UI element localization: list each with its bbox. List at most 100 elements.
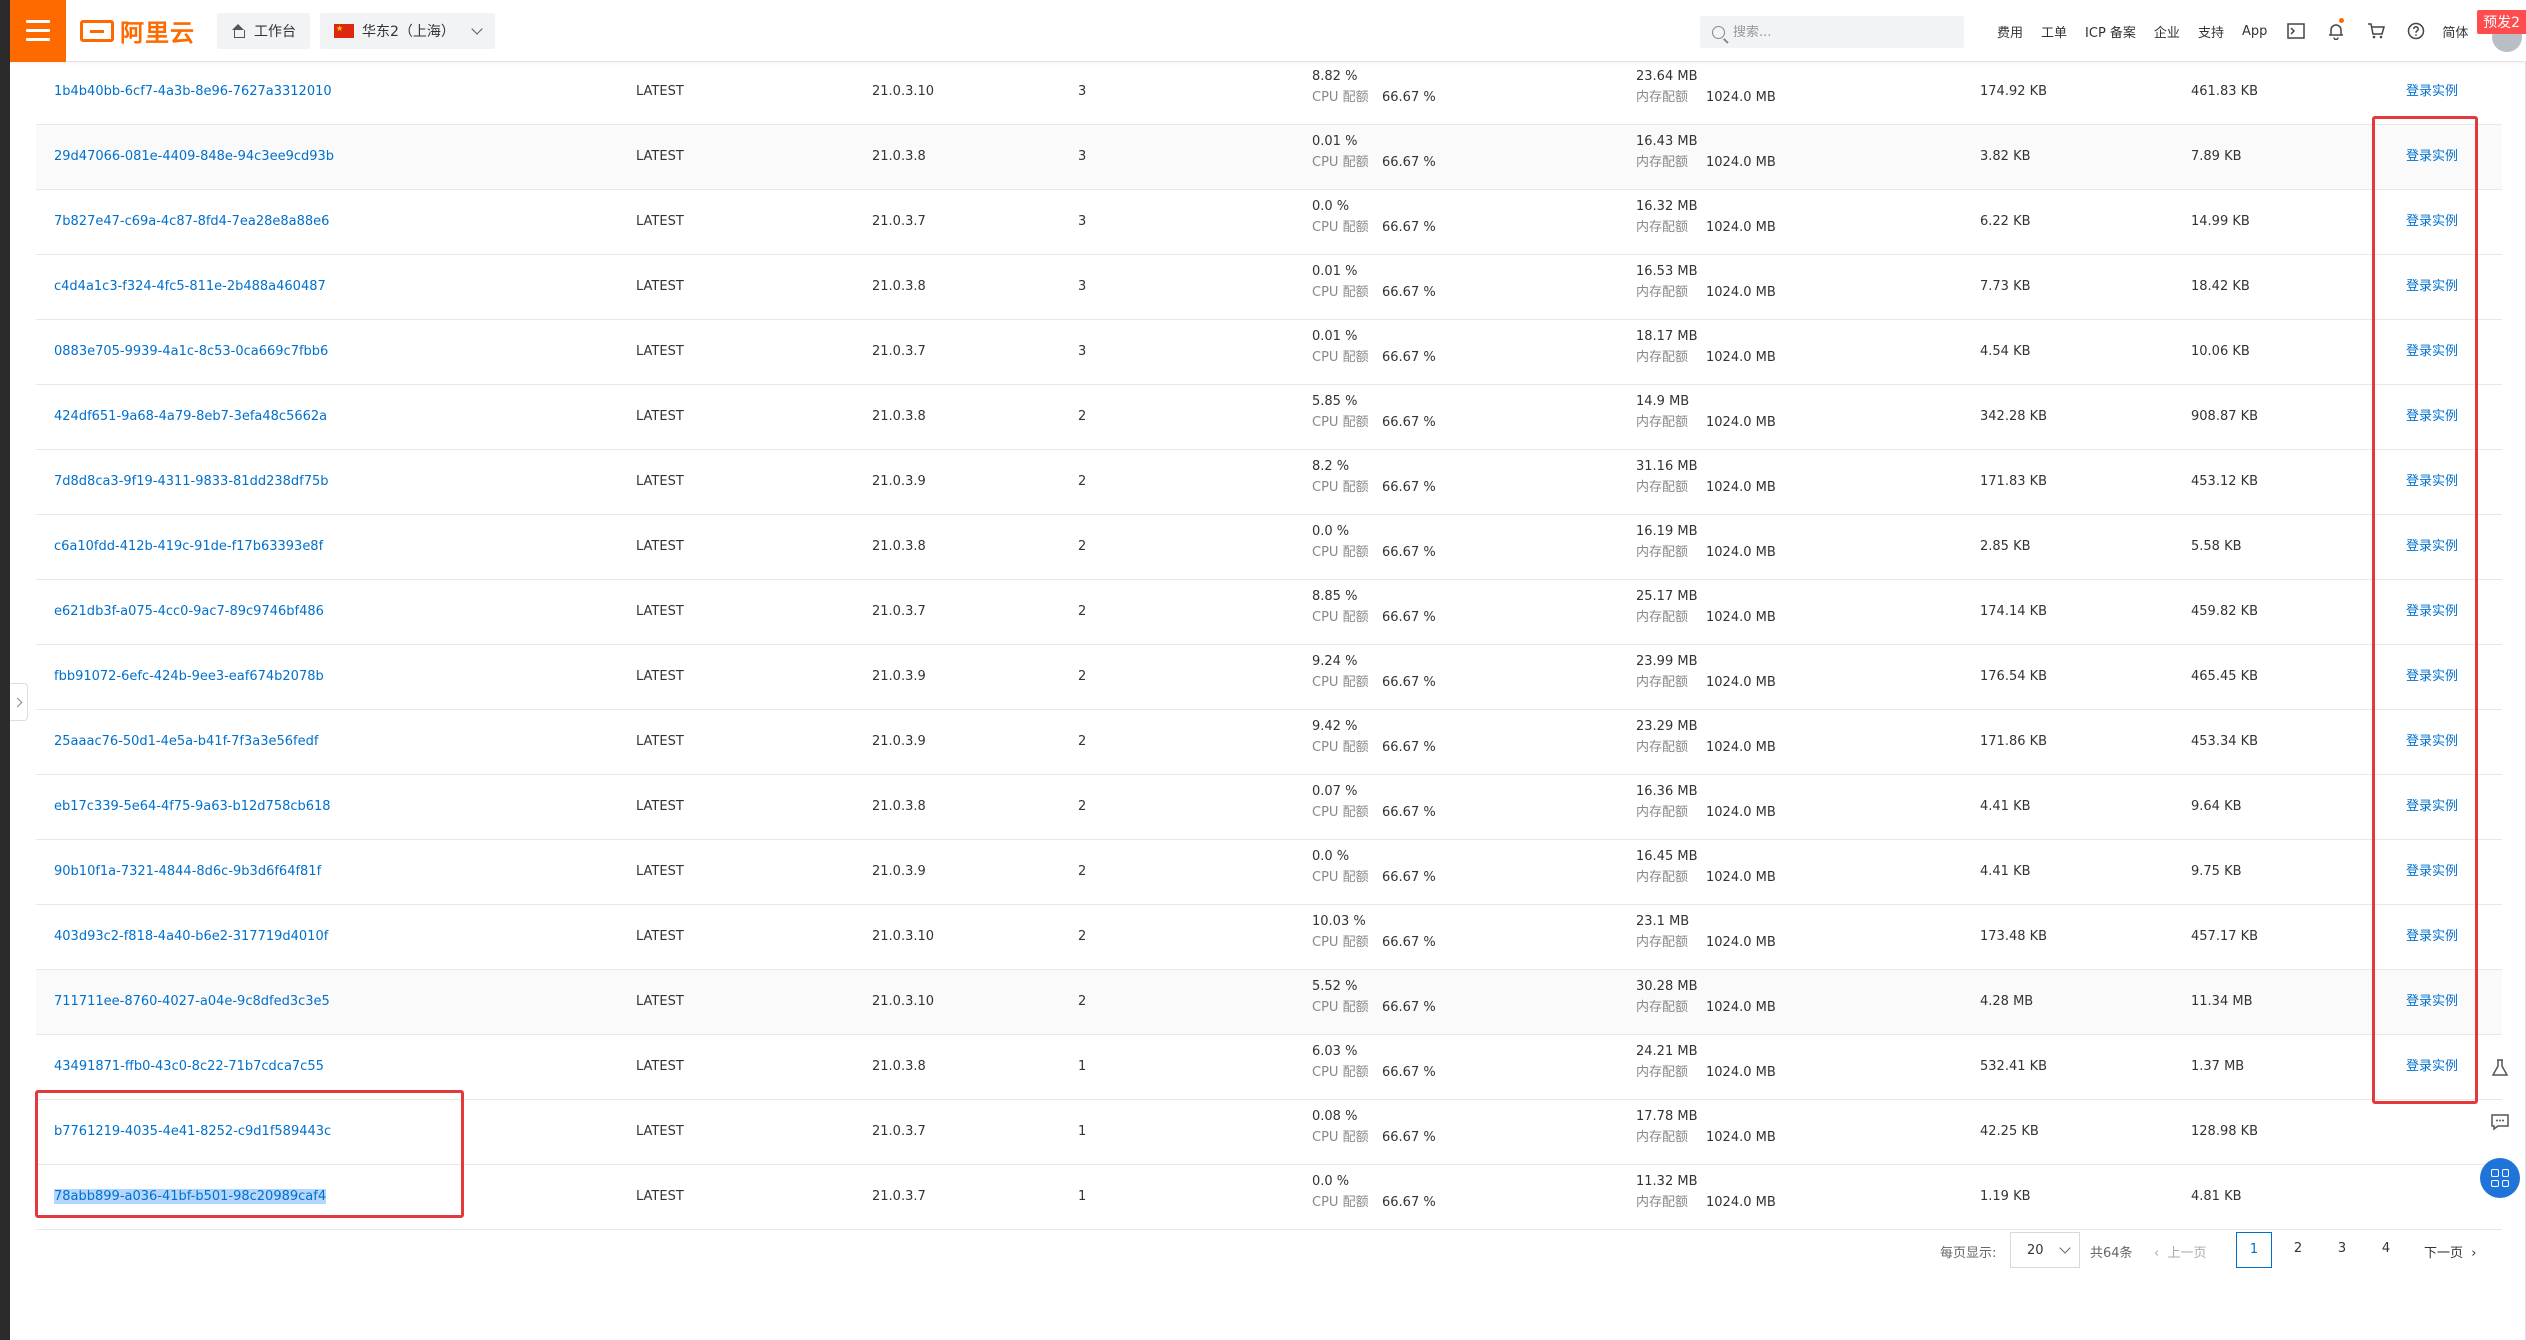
mem-quota-value: 1024.0 MB (1706, 1065, 1776, 1080)
instance-id: 78abb899-a036-41bf-b501-98c20989caf4 (54, 1189, 327, 1204)
global-search[interactable] (1700, 16, 1964, 48)
nav-link-support[interactable]: 支持 (2189, 22, 2233, 41)
mem-quota-value: 1024.0 MB (1706, 740, 1776, 755)
page-1-button[interactable]: 1 (2236, 1232, 2272, 1268)
login-instance-link[interactable]: 登录实例 (2406, 255, 2458, 319)
login-instance-link[interactable]: 登录实例 (2406, 385, 2458, 449)
search-input[interactable] (1733, 24, 1933, 40)
memory-cell: 16.45 MB 内存配额 1024.0 MB (1636, 846, 1776, 888)
login-instance-link[interactable]: 登录实例 (2406, 645, 2458, 709)
instance-id-link[interactable]: 0883e705-9939-4a1c-8c53-0ca669c7fbb6 (54, 320, 328, 384)
aliyun-logo-icon (80, 19, 114, 42)
nav-link-enterprise[interactable]: 企业 (2145, 22, 2189, 41)
instance-id-link[interactable]: c6a10fdd-412b-419c-91de-f17b63393e8f (54, 515, 323, 579)
instance-id-link[interactable]: b7761219-4035-4e41-8252-c9d1f589443c (54, 1100, 331, 1164)
instance-id-link[interactable]: 7d8d8ca3-9f19-4311-9833-81dd238df75b (54, 450, 329, 514)
hamburger-menu-icon[interactable] (10, 0, 66, 62)
instance-id-link[interactable]: 90b10f1a-7321-4844-8d6c-9b3d6f64f81f (54, 840, 321, 904)
page-3-button[interactable]: 3 (2324, 1232, 2360, 1268)
per-page-select[interactable]: 20 (2010, 1232, 2080, 1268)
prev-page-button[interactable]: ‹ 上一页 (2154, 1242, 2206, 1261)
terminal-icon[interactable] (2276, 0, 2316, 62)
net-in-cell: 532.41 KB (1980, 1059, 2048, 1074)
login-instance-link[interactable]: 登录实例 (2406, 840, 2458, 904)
net-out-cell: 1.37 MB (2191, 1059, 2245, 1074)
cpu-usage: 0.07 % (1312, 784, 1358, 799)
page-4-button[interactable]: 4 (2368, 1232, 2404, 1268)
nav-link-tickets[interactable]: 工单 (2032, 22, 2076, 41)
brand-logo[interactable]: 阿里云 (80, 0, 195, 62)
login-instance-link[interactable]: 登录实例 (2406, 580, 2458, 644)
instance-id-link[interactable]: eb17c339-5e64-4f75-9a63-b12d758cb618 (54, 775, 331, 839)
login-instance-link[interactable]: 登录实例 (2406, 450, 2458, 514)
instance-id-link[interactable]: 25aaac76-50d1-4e5a-b41f-7f3a3e56fedf (54, 710, 318, 774)
instance-id-link[interactable]: fbb91072-6efc-424b-9ee3-eaf674b2078b (54, 645, 324, 709)
workbench-button[interactable]: 工作台 (217, 12, 310, 49)
table-row: 90b10f1a-7321-4844-8d6c-9b3d6f64f81f LATE… (36, 840, 2502, 905)
next-page-button[interactable]: 下一页 › (2424, 1242, 2476, 1261)
memory-cell: 31.16 MB 内存配额 1024.0 MB (1636, 456, 1776, 498)
memory-usage: 17.78 MB (1636, 1109, 1698, 1124)
cpu-quota-value: 66.67 % (1382, 480, 1436, 495)
flask-icon[interactable] (2482, 1050, 2518, 1086)
login-instance-link[interactable]: 登录实例 (2406, 320, 2458, 384)
memory-cell: 16.19 MB 内存配额 1024.0 MB (1636, 521, 1776, 563)
login-instance-link[interactable]: 登录实例 (2406, 710, 2458, 774)
search-icon (1712, 25, 1725, 39)
cart-icon[interactable] (2356, 0, 2396, 62)
instance-id-link[interactable]: 7b827e47-c69a-4c87-8fd4-7ea28e8a88e6 (54, 190, 329, 254)
tag-cell: LATEST (636, 279, 684, 294)
nav-link-fees[interactable]: 费用 (1988, 22, 2032, 41)
sidebar-expand-toggle[interactable] (10, 683, 28, 721)
cpu-quota-label: CPU 配额 (1312, 1130, 1369, 1145)
net-in-cell: 2.85 KB (1980, 539, 2031, 554)
mem-quota-value: 1024.0 MB (1706, 1130, 1776, 1145)
login-instance-link[interactable]: 登录实例 (2406, 1035, 2458, 1099)
instance-id-link[interactable]: 43491871-ffb0-43c0-8c22-71b7cdca7c55 (54, 1035, 324, 1099)
chevron-right-icon (12, 697, 22, 707)
count-cell: 2 (1078, 799, 1087, 814)
instance-id-link[interactable]: 78abb899-a036-41bf-b501-98c20989caf4 (54, 1165, 327, 1229)
nav-link-icp[interactable]: ICP 备案 (2076, 22, 2145, 41)
region-selector[interactable]: 华东2（上海） (320, 12, 495, 49)
mem-quota-label: 内存配额 (1636, 935, 1689, 950)
version-cell: 21.0.3.9 (872, 474, 926, 489)
mem-quota-label: 内存配额 (1636, 415, 1689, 430)
login-instance-link[interactable]: 登录实例 (2406, 125, 2458, 189)
count-cell: 2 (1078, 929, 1087, 944)
memory-usage: 16.32 MB (1636, 199, 1698, 214)
instance-id-link[interactable]: 1b4b40bb-6cf7-4a3b-8e96-7627a3312010 (54, 60, 332, 124)
net-out-cell: 7.89 KB (2191, 149, 2242, 164)
table-row: e621db3f-a075-4cc0-9ac7-89c9746bf486 LATE… (36, 580, 2502, 645)
login-instance-link[interactable]: 登录实例 (2406, 775, 2458, 839)
login-instance-link[interactable]: 登录实例 (2406, 970, 2458, 1034)
chat-icon[interactable] (2482, 1104, 2518, 1140)
net-in-cell: 4.54 KB (1980, 344, 2031, 359)
page-2-button[interactable]: 2 (2280, 1232, 2316, 1268)
help-icon[interactable] (2396, 0, 2436, 62)
instance-id-link[interactable]: c4d4a1c3-f324-4fc5-811e-2b488a460487 (54, 255, 326, 319)
nav-link-app[interactable]: App (2233, 24, 2276, 39)
memory-usage: 16.19 MB (1636, 524, 1698, 539)
bell-icon[interactable] (2316, 0, 2356, 62)
instance-id-link[interactable]: 424df651-9a68-4a79-8eb7-3efa48c5662a (54, 385, 327, 449)
instance-id-link[interactable]: 403d93c2-f818-4a40-b6e2-317719d4010f (54, 905, 328, 969)
login-instance-link[interactable]: 登录实例 (2406, 905, 2458, 969)
language-switch[interactable]: 简体 (2442, 22, 2468, 41)
mem-quota-value: 1024.0 MB (1706, 805, 1776, 820)
memory-cell: 25.17 MB 内存配额 1024.0 MB (1636, 586, 1776, 628)
instance-id-link[interactable]: 29d47066-081e-4409-848e-94c3ee9cd93b (54, 125, 334, 189)
tag-cell: LATEST (636, 214, 684, 229)
count-cell: 2 (1078, 864, 1087, 879)
instance-id: eb17c339-5e64-4f75-9a63-b12d758cb618 (54, 799, 331, 814)
instance-id-link[interactable]: 711711ee-8760-4027-a04e-9c8dfed3c3e5 (54, 970, 330, 1034)
login-instance-link[interactable]: 登录实例 (2406, 515, 2458, 579)
instance-id-link[interactable]: e621db3f-a075-4cc0-9ac7-89c9746bf486 (54, 580, 324, 644)
instance-id: b7761219-4035-4e41-8252-c9d1f589443c (54, 1124, 332, 1139)
mem-quota-value: 1024.0 MB (1706, 220, 1776, 235)
login-instance-link[interactable]: 登录实例 (2406, 60, 2458, 124)
login-instance-link[interactable]: 登录实例 (2406, 190, 2458, 254)
apps-grid-icon[interactable] (2480, 1158, 2520, 1198)
mem-quota-value: 1024.0 MB (1706, 155, 1776, 170)
version-cell: 21.0.3.8 (872, 279, 926, 294)
